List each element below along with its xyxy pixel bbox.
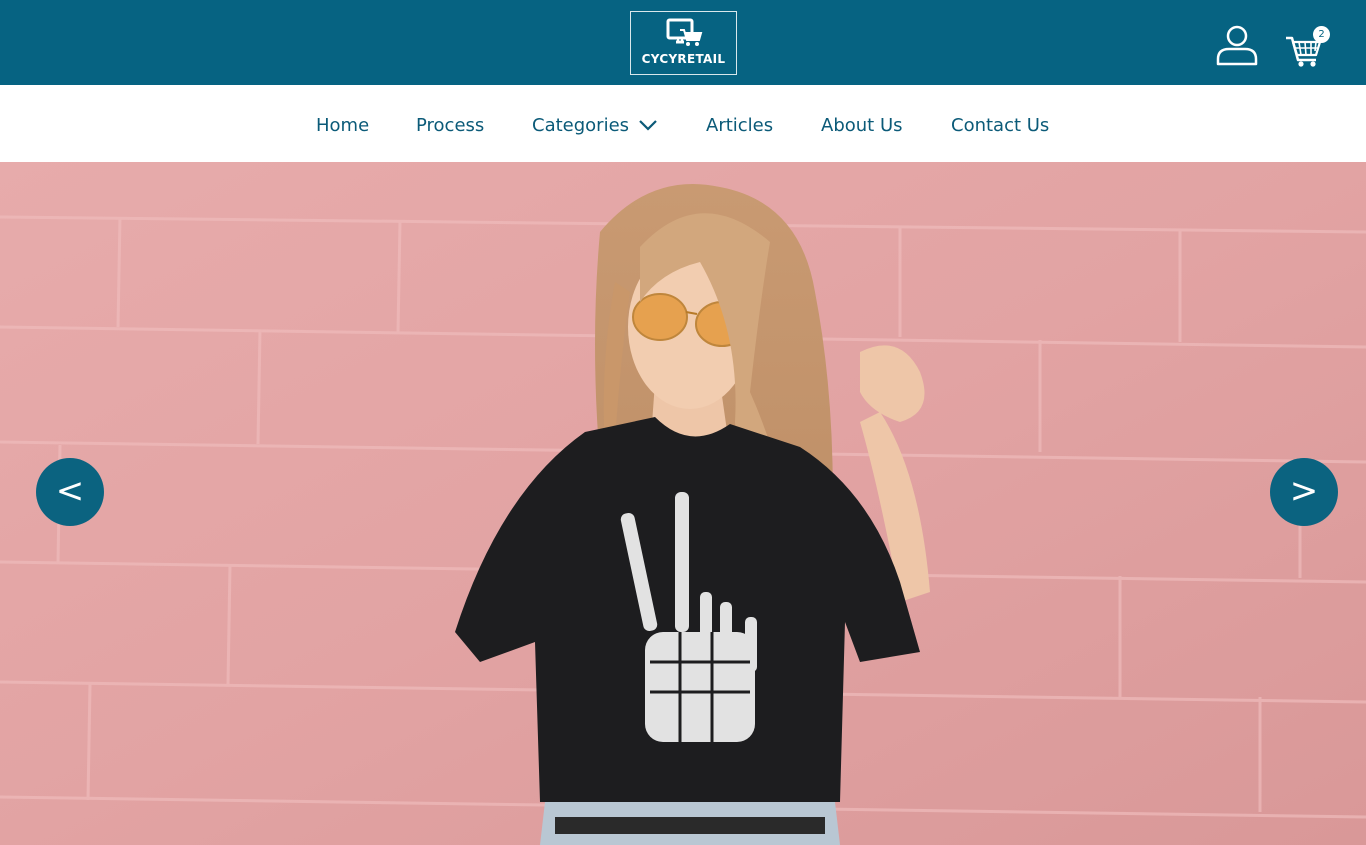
monitor-cart-icon — [666, 18, 702, 46]
nav-item-label: Contact Us — [951, 114, 1050, 136]
user-icon — [1216, 25, 1258, 66]
nav-item-label: Process — [416, 114, 485, 136]
hero-image — [0, 162, 1366, 845]
top-header: CYCYRETAIL 2 — [0, 0, 1366, 85]
nav-item-contact-us[interactable]: Contact Us — [951, 113, 1049, 137]
brand-logo[interactable]: CYCYRETAIL — [630, 11, 737, 75]
nav-item-label: About Us — [821, 114, 903, 136]
nav-item-about-us[interactable]: About Us — [821, 113, 903, 137]
nav-item-label: Home — [316, 114, 370, 136]
nav-item-label: Categories — [532, 114, 630, 136]
brand-name: CYCYRETAIL — [641, 52, 726, 66]
user-account-button[interactable] — [1215, 24, 1259, 66]
nav-item-label: Articles — [706, 114, 774, 136]
slider-next-button[interactable]: > — [1270, 458, 1338, 526]
cart-button[interactable]: 2 — [1284, 26, 1334, 68]
nav-item-categories[interactable]: Categories — [532, 113, 657, 137]
main-navigation: Home Process Categories Articles About U… — [0, 85, 1366, 162]
nav-item-articles[interactable]: Articles — [706, 113, 773, 137]
nav-item-home[interactable]: Home — [316, 113, 369, 137]
chevron-down-icon — [639, 120, 657, 131]
hero-slider: < > — [0, 162, 1366, 845]
cart-count-badge: 2 — [1313, 26, 1330, 43]
nav-item-process[interactable]: Process — [416, 113, 484, 137]
slider-prev-button[interactable]: < — [36, 458, 104, 526]
